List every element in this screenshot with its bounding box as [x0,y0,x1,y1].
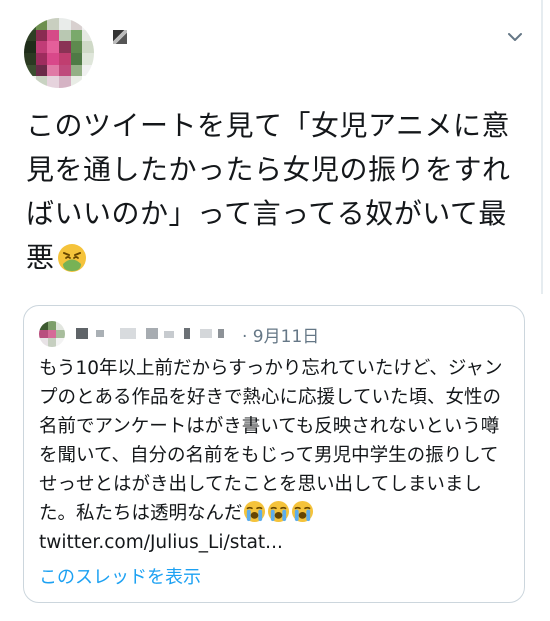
quoted-author-avatar [39,321,65,347]
quoted-tweet-card[interactable]: · 9月11日 もう10年以上前だからすっかり忘れていたけど、ジャンプのとある作… [23,305,525,603]
show-thread-link[interactable]: このスレッドを表示 [39,563,201,589]
quoted-tweet-link[interactable]: twitter.com/Julius_Li/stat... [39,532,283,553]
scroll-edge-line [541,0,543,294]
quoted-author-redacted [76,326,236,340]
tweet-text: このツイートを見て「女児アニメに意見を通したかったら女児の振りをすればいいのか」… [26,104,526,280]
loudly-crying-face-icon [291,500,313,523]
author-name-redacted[interactable] [113,30,127,44]
quoted-tweet-text: もう10年以上前だからすっかり忘れていたけど、ジャンプのとある作品を好きで熱心に… [39,354,514,557]
loudly-crying-face-icon [267,500,289,523]
tweet-body: このツイートを見て「女児アニメに意見を通したかったら女児の振りをすればいいのか」… [26,109,511,274]
author-avatar[interactable] [24,18,94,88]
loudly-crying-face-icon [243,500,265,523]
chevron-down-icon[interactable] [506,28,524,46]
quoted-tweet-date: · 9月11日 [242,327,320,347]
nauseated-face-icon [57,244,86,272]
author-handle-redacted [113,62,243,76]
